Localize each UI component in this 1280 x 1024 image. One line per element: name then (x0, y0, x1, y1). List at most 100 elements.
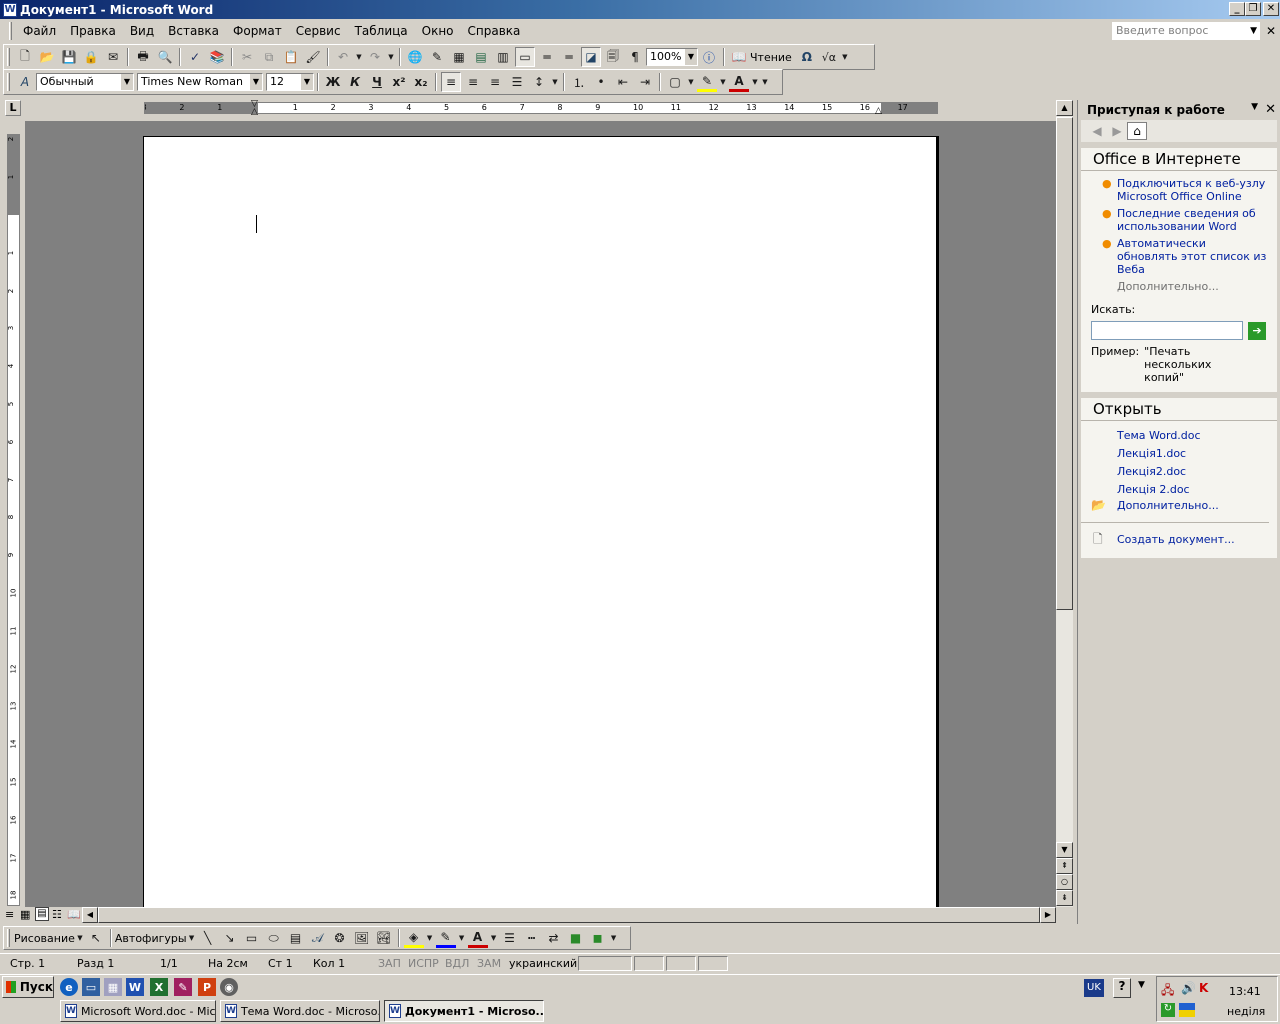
link-text[interactable]: Последние сведения об использовании Word (1117, 207, 1256, 233)
new-document-icon[interactable]: 🗋 (15, 47, 35, 67)
go-arrow-icon[interactable]: ➔ (1248, 321, 1266, 340)
link-text[interactable]: Создать документ... (1117, 533, 1235, 546)
italic-button[interactable]: К (345, 72, 365, 92)
word-doc-icon[interactable]: W (3, 2, 17, 17)
menu-window[interactable]: Окно (415, 24, 461, 38)
link-latest-news[interactable]: ● Последние сведения об использовании Wor… (1097, 207, 1269, 233)
network-icon[interactable]: 🖧 (1161, 981, 1174, 1002)
menu-tools[interactable]: Сервис (289, 24, 348, 38)
menu-grip[interactable] (9, 22, 12, 40)
omega-symbol-icon[interactable]: Ω (797, 47, 817, 67)
menu-table[interactable]: Таблица (348, 24, 415, 38)
language-indicator[interactable]: UK (1084, 979, 1104, 997)
flag-icon[interactable] (1179, 1003, 1195, 1017)
forward-icon[interactable]: ▶ (1107, 122, 1127, 140)
link-office-online[interactable]: ● Подключиться к веб-узлу Microsoft Offic… (1097, 177, 1269, 203)
align-center-icon[interactable]: ≡ (463, 72, 483, 92)
create-document-link[interactable]: 🗋 Создать документ... (1091, 533, 1269, 547)
ask-question-box[interactable]: Введите вопрос ▼ (1112, 22, 1260, 40)
dash-style-icon[interactable]: ┅ (522, 928, 542, 948)
arrow-icon[interactable]: ↘ (220, 928, 240, 948)
highlight-icon[interactable]: ✎ (697, 72, 717, 92)
bold-button[interactable]: Ж (323, 72, 343, 92)
menu-format[interactable]: Формат (226, 24, 289, 38)
tables-borders-icon[interactable]: ✎ (427, 47, 447, 67)
styles-formatting-icon[interactable]: A (15, 72, 35, 92)
chevron-down-icon[interactable]: ▼ (551, 72, 559, 92)
taskbar-button-document1[interactable]: W Документ1 - Microso... (384, 1000, 544, 1022)
line-style-icon[interactable]: ☰ (500, 928, 520, 948)
vertical-ruler[interactable]: 2 1 1 2 3 4 5 6 7 8 9 10 11 12 13 14 15 16 17 18 (7, 134, 20, 906)
status-record[interactable]: ЗАП (378, 957, 401, 970)
insert-excel-icon[interactable]: ▤ (471, 47, 491, 67)
status-track-changes[interactable]: ИСПР (408, 957, 439, 970)
powerpoint-icon[interactable]: P (198, 978, 216, 996)
columns-icon[interactable]: ▥ (493, 47, 513, 67)
maximize-button[interactable]: ❐ (1245, 2, 1261, 16)
open-folder-icon[interactable]: 📂 (37, 47, 57, 67)
antivirus-icon[interactable]: K (1199, 981, 1208, 995)
search-input[interactable] (1091, 321, 1243, 340)
scroll-left-icon[interactable]: ◀ (82, 907, 98, 923)
scroll-right-icon[interactable]: ▶ (1040, 907, 1056, 923)
close-icon[interactable]: ✕ (1265, 102, 1276, 117)
scroll-thumb[interactable] (98, 907, 1040, 923)
chevron-down-icon[interactable]: ▼ (121, 74, 133, 90)
recent-file[interactable]: Тема Word.doc (1097, 429, 1269, 442)
numbering-icon[interactable]: ⒈ (569, 72, 589, 92)
help-icon[interactable]: ? (1113, 978, 1131, 998)
3d-style-icon[interactable]: ◼ (588, 928, 608, 948)
menu-file[interactable]: Файл (16, 24, 63, 38)
document-page[interactable] (143, 136, 939, 907)
clip-art-icon[interactable]: 🖼 (352, 928, 372, 948)
volume-icon[interactable]: 🔊 (1181, 981, 1196, 995)
rectangle-icon[interactable]: ▭ (242, 928, 262, 948)
document-map-toggle-icon[interactable]: 🗐 (603, 47, 623, 67)
print-layout-view-icon[interactable]: ▤ (35, 907, 49, 921)
back-icon[interactable]: ◀ (1087, 122, 1107, 140)
chevron-down-icon[interactable]: ▼ (685, 49, 697, 65)
word-icon[interactable]: W (126, 978, 144, 996)
zoom-combo[interactable]: 100% ▼ (646, 48, 698, 66)
link-text[interactable]: Подключиться к веб-узлу Microsoft Office… (1117, 177, 1265, 203)
superscript-button[interactable]: x² (389, 72, 409, 92)
text-box-icon[interactable]: ▤ (286, 928, 306, 948)
horizontal-ruler[interactable]: 3211234567891011121314151617 (144, 102, 938, 114)
font-color-icon[interactable]: A (729, 72, 749, 92)
hyperlink-icon[interactable]: 🌐 (405, 47, 425, 67)
chevron-down-icon[interactable]: ▼ (426, 928, 434, 948)
link-text[interactable]: Дополнительно... (1117, 499, 1219, 512)
close-document-button[interactable]: ✕ (1266, 24, 1276, 38)
minimize-button[interactable]: _ (1229, 2, 1245, 16)
tab-selector[interactable]: L (5, 100, 21, 116)
document-map-icon[interactable]: ═ (537, 47, 557, 67)
status-language[interactable]: украинский (509, 957, 577, 970)
pilcrow-icon[interactable]: ¶ (625, 47, 645, 67)
status-overtype[interactable]: ЗАМ (477, 957, 501, 970)
right-indent-marker-icon[interactable]: △ (875, 106, 882, 116)
cut-icon[interactable]: ✂ (237, 47, 257, 67)
thumbnails-icon[interactable]: ═ (559, 47, 579, 67)
chevron-down-icon[interactable]: ▼ (355, 47, 363, 67)
show-desktop-icon[interactable]: ▭ (82, 978, 100, 996)
menu-help[interactable]: Справка (461, 24, 528, 38)
chevron-down-icon[interactable]: ▼ (1251, 102, 1258, 112)
menu-view[interactable]: Вид (123, 24, 161, 38)
font-size-combo[interactable]: 12 ▼ (266, 73, 314, 91)
recent-file[interactable]: Лекція 2.doc (1097, 483, 1269, 496)
line-color-icon[interactable]: ✎ (435, 928, 456, 948)
status-extend[interactable]: ВДЛ (445, 957, 469, 970)
chevron-down-icon[interactable]: ▼ (188, 928, 196, 948)
insert-picture-icon[interactable]: 🏞 (374, 928, 394, 948)
line-spacing-icon[interactable]: ↕ (529, 72, 549, 92)
internet-explorer-icon[interactable]: e (60, 978, 78, 996)
decrease-indent-icon[interactable]: ⇤ (613, 72, 633, 92)
chevron-down-icon[interactable]: ▼ (301, 74, 313, 90)
web-layout-view-icon[interactable]: ▦ (20, 908, 30, 921)
email-icon[interactable]: ✉ (103, 47, 123, 67)
taskbar-button-tema-word[interactable]: W Тема Word.doc - Microso... (220, 1000, 380, 1022)
style-combo[interactable]: Обычный ▼ (36, 73, 134, 91)
insert-table-icon[interactable]: ▦ (449, 47, 469, 67)
justify-icon[interactable]: ☰ (507, 72, 527, 92)
print-preview-icon[interactable]: 🔍 (155, 47, 175, 67)
